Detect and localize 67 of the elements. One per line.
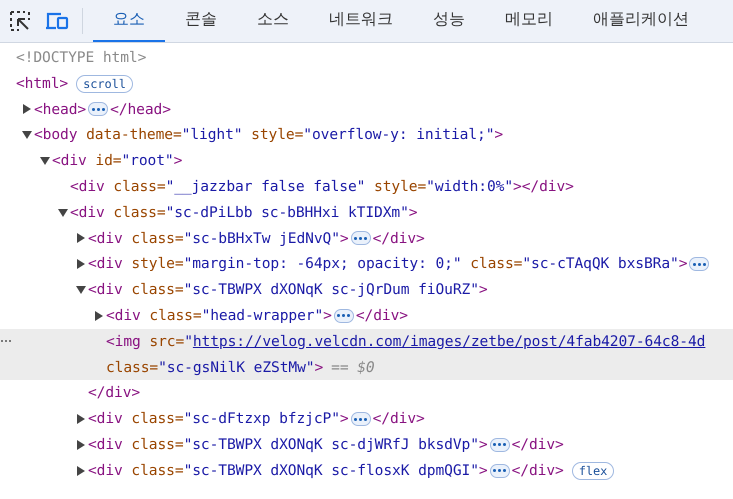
dom-node-line[interactable]: <body data-theme="light" style="overflow-y: initial;">	[0, 122, 733, 148]
dom-node-text: <div class="sc-TBWPX dXONqK sc-jQrDum fiOuRZ">	[88, 280, 488, 300]
console-reference: == $0	[331, 358, 375, 378]
dom-node-line[interactable]: <div class="sc-TBWPX dXONqK sc-jQrDum fiOuRZ">	[0, 277, 733, 303]
closing-tag: </div>	[88, 382, 140, 404]
collapsed-triangle-icon[interactable]	[76, 259, 86, 270]
collapsed-triangle-icon[interactable]	[76, 414, 86, 424]
dom-node-line[interactable]: <div class="sc-TBWPX dXONqK sc-flosxK dpmQGI"> </div> flex	[0, 458, 733, 484]
dom-node-text: <div class="sc-TBWPX dXONqK sc-flosxK dpmQGI">	[88, 460, 488, 481]
collapsed-triangle-icon[interactable]	[76, 233, 86, 244]
closing-tag: </div>	[372, 408, 425, 430]
ellipsis-icon[interactable]	[689, 257, 710, 272]
dom-node-text: <div class="sc-dFtzxp bfzjcP">	[88, 409, 349, 430]
dom-node-text: <!DOCTYPE html>	[16, 48, 146, 68]
dom-node-line[interactable]: <html> scroll	[0, 70, 733, 97]
collapsed-triangle-icon[interactable]	[22, 104, 32, 114]
expanded-triangle-icon[interactable]	[76, 285, 86, 296]
collapsed-triangle-icon[interactable]	[94, 310, 104, 321]
layout-badge[interactable]: flex	[572, 462, 614, 480]
dom-node-text: <html>	[16, 74, 68, 94]
closing-tag: </div>	[512, 434, 564, 456]
dom-node-line[interactable]: <div id="root">	[0, 148, 733, 174]
ellipsis-icon[interactable]	[490, 464, 510, 478]
dom-node-line[interactable]: <head> </head>	[0, 96, 733, 122]
device-toggle-icon[interactable]	[45, 11, 69, 31]
closing-tag: </head>	[110, 98, 171, 120]
dom-node-line[interactable]: <div style="margin-top: -64px; opacity: 0;" class="sc-cTAqQK bxsBRa">	[0, 251, 733, 278]
dom-node-line[interactable]: <div class="__jazzbar false false" style="width:0%"></div>	[0, 174, 733, 200]
panel-tab[interactable]: 성능	[413, 0, 485, 42]
drag-handle-icon[interactable]	[1, 340, 11, 342]
dom-node-line[interactable]: <div class="head-wrapper"> </div>	[0, 302, 733, 329]
panel-tab[interactable]: 메모리	[485, 0, 573, 42]
dom-node-text: <body data-theme="light" style="overflow-y: initial;">	[34, 125, 504, 146]
ellipsis-icon[interactable]	[490, 438, 510, 452]
dom-node-text: <div class="sc-TBWPX dXONqK sc-djWRfJ bksdVp">	[88, 434, 488, 455]
dom-node-text: class="sc-gsNilK eZStMw">	[106, 358, 324, 378]
panel-tab[interactable]: 애플리케이션	[573, 0, 709, 42]
dom-node-line[interactable]: <div class="sc-TBWPX dXONqK sc-djWRfJ bksdVp"> </div>	[0, 432, 733, 458]
expanded-triangle-icon[interactable]	[40, 156, 50, 166]
ellipsis-icon[interactable]	[334, 308, 354, 323]
panel-tab[interactable]: 요소	[93, 0, 165, 42]
expanded-triangle-icon[interactable]	[58, 208, 68, 218]
closing-tag: </div>	[372, 228, 425, 250]
panel-tab[interactable]: 네트워크	[309, 0, 413, 42]
dom-node-text: <div class="__jazzbar false false" style="width:0%"></div>	[70, 176, 574, 197]
dom-node-text: <div style="margin-top: -64px; opacity: 0;" class="sc-cTAqQK bxsBRa">	[88, 254, 688, 274]
dom-node-text: <img src="https://velog.velcdn.com/images/zetbe/post/4fab4207-64c8-4d	[106, 332, 706, 352]
dom-node-text: <head>	[34, 100, 86, 120]
element-picker-icon[interactable]	[9, 10, 31, 32]
ellipsis-icon[interactable]	[350, 231, 371, 246]
ellipsis-icon[interactable]	[350, 412, 371, 426]
layout-badge[interactable]: scroll	[76, 74, 133, 93]
closing-tag: </div>	[512, 460, 564, 482]
dom-node-line[interactable]: <div class="sc-dPiLbb sc-bBHHxi kTIDXm">	[0, 200, 733, 226]
dom-node-text: <div class="sc-dPiLbb sc-bBHHxi kTIDXm">	[70, 202, 418, 223]
ellipsis-icon[interactable]	[88, 102, 108, 116]
dom-node-text: <div class="head-wrapper">	[106, 306, 332, 326]
collapsed-triangle-icon[interactable]	[76, 466, 86, 476]
panel-tab[interactable]: 콘솔	[165, 0, 237, 42]
expanded-triangle-icon[interactable]	[22, 130, 32, 140]
panel-tab[interactable]: 소스	[237, 0, 309, 42]
dom-node-line[interactable]: <div class="sc-dFtzxp bfzjcP"> </div>	[0, 406, 733, 432]
closing-tag: </div>	[356, 304, 408, 327]
dom-node-line[interactable]: <div class="sc-bBHxTw jEdNvQ"> </div>	[0, 226, 733, 252]
collapsed-triangle-icon[interactable]	[76, 440, 86, 450]
dom-node-text: <div class="sc-bBHxTw jEdNvQ">	[88, 228, 349, 249]
dom-node-text: <div id="root">	[52, 151, 182, 172]
